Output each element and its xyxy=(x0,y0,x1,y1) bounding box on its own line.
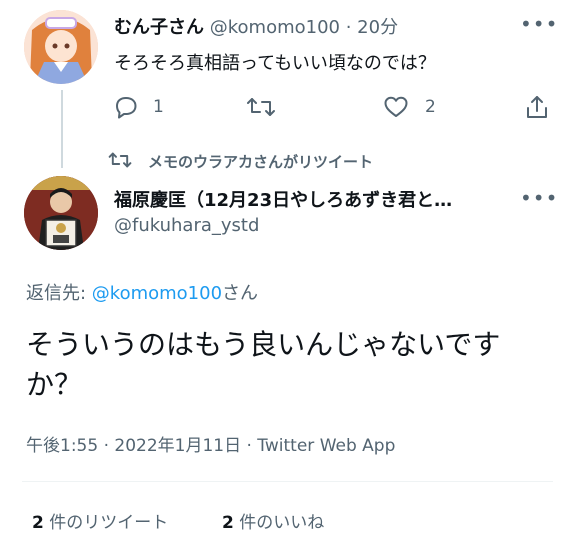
likes-count: 2 xyxy=(222,513,234,533)
main-display-name[interactable]: 福原慶匡（12月23日やしろあずき君と… xyxy=(114,186,452,212)
reply-to-suffix: さん xyxy=(222,283,259,304)
likes-label: 件のいいね xyxy=(233,513,325,533)
retweeted-by-text[interactable]: メモのウラアカさんがリツイート xyxy=(148,151,373,172)
reply-to-prefix: 返信先: xyxy=(26,283,92,304)
reply-more-icon[interactable]: ••• xyxy=(520,14,557,34)
avatar-fukuhara[interactable] xyxy=(24,176,98,250)
reply-to-line: 返信先: @komomo100さん xyxy=(26,279,258,305)
tweet-timestamp[interactable]: 午後1:55 · 2022年1月11日 · Twitter Web App xyxy=(26,431,395,456)
reply-text: そろそろ真相語ってもいい頃なのでは？ xyxy=(114,53,436,74)
reply-header: むん子さん @komomo100 · 20分 xyxy=(114,13,398,39)
reply-to-handle-link[interactable]: @komomo100 xyxy=(92,283,222,304)
avatar-komomo[interactable] xyxy=(24,10,98,84)
reply-count: 1 xyxy=(153,97,164,117)
retweets-label: 件のリツイート xyxy=(43,513,169,533)
like-count: 2 xyxy=(425,97,436,117)
thread-connector-line xyxy=(61,90,63,168)
divider xyxy=(22,481,553,482)
retweeted-by-icon xyxy=(108,150,132,170)
retweets-stat[interactable]: 2 件のリツイート xyxy=(32,508,168,533)
reply-comment-icon[interactable] xyxy=(113,95,139,119)
retweet-icon[interactable] xyxy=(246,95,276,119)
reply-time[interactable]: · 20分 xyxy=(346,17,398,38)
reply-handle[interactable]: @komomo100 xyxy=(210,17,340,38)
main-more-icon[interactable]: ••• xyxy=(520,188,557,208)
retweets-count: 2 xyxy=(32,513,44,533)
reply-display-name[interactable]: むん子さん xyxy=(114,17,204,38)
main-handle[interactable]: @fukuhara_ystd xyxy=(114,215,259,236)
share-icon[interactable] xyxy=(524,94,550,120)
likes-stat[interactable]: 2 件のいいね xyxy=(222,508,324,533)
main-tweet-text: そういうのはもう良いんじゃないですか？ xyxy=(26,328,501,401)
like-heart-icon[interactable] xyxy=(383,95,409,119)
